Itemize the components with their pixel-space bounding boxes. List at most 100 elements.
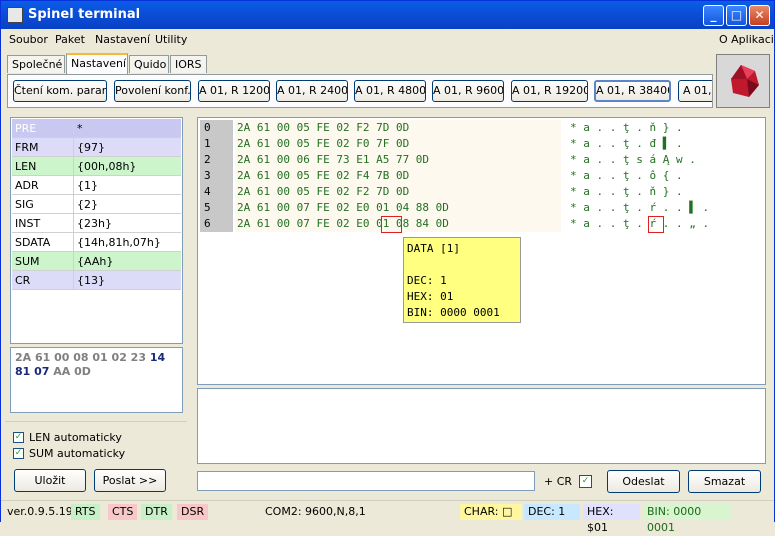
field-row-sig[interactable]: SIG {2} [12,195,181,214]
window-title: Spinel terminal [28,7,141,22]
field-value: {AAh} [77,255,114,268]
tab-quido[interactable]: Quido [129,55,169,73]
baud-4800-button[interactable]: A 01, R 4800 [354,80,426,102]
row-index: 2 [200,152,233,168]
field-row-frm[interactable]: FRM {97} [12,138,181,157]
row-index: 3 [200,168,233,184]
field-row-adr[interactable]: ADR {1} [12,176,181,195]
field-row-sdata[interactable]: SDATA {14h,81h,07h} [12,233,181,252]
close-button[interactable]: ✕ [749,5,770,26]
column-divider [73,138,74,156]
byte-info-tooltip: DATA [1] DEC: 1 HEX: 01 BIN: 0000 0001 [403,237,521,323]
char-indicator: CHAR: □ [460,504,522,520]
hex-row[interactable]: 5 2A 61 00 07 FE 02 E0 01 04 88 0D * a .… [200,200,760,216]
tab-spolecne[interactable]: Společné [7,55,65,73]
column-divider [73,252,74,270]
selected-byte-highlight [381,216,402,233]
baud-2400-button[interactable]: A 01, R 2400 [276,80,348,102]
cr-label: + CR [544,475,573,488]
tooltip-spacer [407,257,517,273]
tab-iors[interactable]: IORS [170,55,207,73]
field-key: SIG [15,198,34,211]
cr-checkbox[interactable]: ✓ [579,475,592,488]
hex-row[interactable]: 1 2A 61 00 05 FE 02 F0 7F 0D * a . . ţ .… [200,136,760,152]
enable-config-button[interactable]: Povolení konf. [114,80,191,102]
clear-button[interactable]: Smazat [688,470,761,493]
field-value: {14h,81h,07h} [77,236,161,249]
baud-38400-button[interactable]: A 01, R 38400 [594,80,671,102]
tooltip-title: DATA [1] [407,242,460,255]
spinel-logo [716,54,770,108]
send-input[interactable] [197,471,535,491]
port-settings: COM2: 9600,N,8,1 [265,505,366,518]
field-row-inst[interactable]: INST {23h} [12,214,181,233]
len-auto-label: LEN automaticky [29,431,122,444]
send-button[interactable]: Odeslat [607,470,680,493]
menu-paket[interactable]: Paket [55,33,85,46]
send-more-button[interactable]: Poslat >> [94,469,166,492]
hex-row[interactable]: 6 2A 61 00 07 FE 02 E0 01 08 84 0D * a .… [200,216,760,232]
read-comm-params-button[interactable]: Čtení kom. param. [13,80,107,102]
menu-about[interactable]: O Aplikaci [719,33,774,46]
tab-nastaveni[interactable]: Nastavení [66,53,128,74]
field-key: INST [15,217,41,230]
tooltip-hex: HEX: 01 [407,290,454,303]
save-button[interactable]: Uložit [14,469,86,492]
minimize-button[interactable]: _ [703,5,724,26]
sum-auto-checkbox[interactable]: ✓ [13,448,24,459]
field-key: ADR [15,179,39,192]
field-value: {23h} [77,217,112,230]
hex-row[interactable]: 0 2A 61 00 05 FE 02 F2 7D 0D * a . . ţ .… [200,120,760,136]
field-row-sum[interactable]: SUM {AAh} [12,252,181,271]
row-bytes: 2A 61 00 05 FE 02 F2 7D 0D [235,184,561,200]
field-value: {1} [77,179,98,192]
secondary-log-panel[interactable] [197,388,766,464]
selected-char-highlight [648,216,664,233]
field-value: {97} [77,141,105,154]
column-divider [73,119,74,137]
row-ascii: * a . . ţ . đ ▌ . [570,137,683,150]
hex-indicator: HEX: $01 [583,504,640,534]
title-bar[interactable]: Spinel terminal _ □ ✕ [1,1,774,29]
field-row-pre[interactable]: PRE * [12,119,181,138]
row-ascii: * a . . ţ . ŕ . . „ . [570,217,710,230]
maximize-button[interactable]: □ [726,5,747,26]
column-divider [73,195,74,213]
raw-header-bytes: 2A 61 00 08 01 02 23 [15,351,146,364]
len-auto-checkbox[interactable]: ✓ [13,432,24,443]
row-bytes: 2A 61 00 05 FE 02 F0 7F 0D [235,136,561,152]
menu-soubor[interactable]: Soubor [9,33,48,46]
toolbar-panel: Čtení kom. param. Povolení konf. A 01, R… [7,74,713,108]
row-index: 0 [200,120,233,136]
version-label: ver.0.9.5.19 [7,505,73,518]
hex-row[interactable]: 2 2A 61 00 06 FE 73 E1 A5 77 0D * a . . … [200,152,760,168]
status-bar: ver.0.9.5.19 RTS CTS DTR DSR COM2: 9600,… [1,500,774,534]
row-bytes: 2A 61 00 06 FE 73 E1 A5 77 0D [235,152,561,168]
hex-row[interactable]: 4 2A 61 00 05 FE 02 F2 7D 0D * a . . ţ .… [200,184,760,200]
field-key: LEN [15,160,37,173]
menu-utility[interactable]: Utility [155,33,187,46]
column-divider [73,157,74,175]
baud-19200-button[interactable]: A 01, R 19200 [511,80,588,102]
menu-bar: Soubor Paket Nastavení Utility O Aplikac… [1,30,774,50]
field-value: {13} [77,274,105,287]
dec-indicator: DEC: 1 [524,504,580,520]
field-row-len[interactable]: LEN {00h,08h} [12,157,181,176]
hex-row[interactable]: 3 2A 61 00 05 FE 02 F4 7B 0D * a . . ţ .… [200,168,760,184]
raw-packet-preview[interactable]: 2A 61 00 08 01 02 23 14 81 07 AA 0D [10,347,183,413]
field-value: {00h,08h} [77,160,137,173]
field-row-cr[interactable]: CR {13} [12,271,181,290]
dtr-indicator: DTR [141,504,172,520]
baud-1200-button[interactable]: A 01, R 1200 [198,80,270,102]
menu-nastaveni[interactable]: Nastavení [95,33,150,46]
baud-57600-button[interactable]: A 01, R 57600 [678,80,712,102]
column-divider [73,233,74,251]
field-key: SDATA [15,236,51,249]
bin-indicator: BIN: 0000 0001 [643,504,731,534]
field-key: CR [15,274,31,287]
baud-9600-button[interactable]: A 01, R 9600 [432,80,504,102]
main-window: Spinel terminal _ □ ✕ Soubor Paket Nasta… [0,0,775,534]
tooltip-dec: DEC: 1 [407,274,447,287]
row-bytes: 2A 61 00 05 FE 02 F2 7D 0D [235,120,561,136]
field-key: SUM [15,255,40,268]
